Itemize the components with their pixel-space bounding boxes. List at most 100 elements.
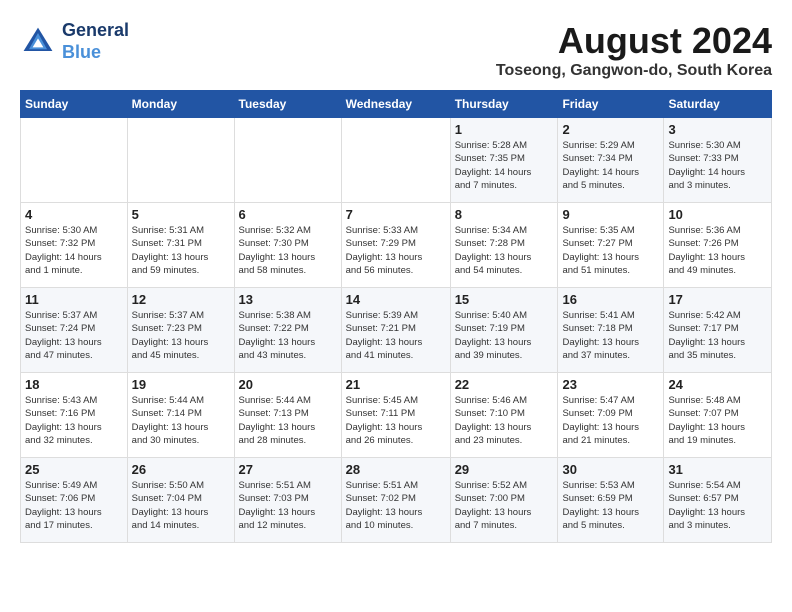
day-number: 4 xyxy=(25,207,123,222)
week-row-4: 18Sunrise: 5:43 AMSunset: 7:16 PMDayligh… xyxy=(21,373,772,458)
day-cell: 26Sunrise: 5:50 AMSunset: 7:04 PMDayligh… xyxy=(127,458,234,543)
day-cell: 9Sunrise: 5:35 AMSunset: 7:27 PMDaylight… xyxy=(558,203,664,288)
day-cell: 18Sunrise: 5:43 AMSunset: 7:16 PMDayligh… xyxy=(21,373,128,458)
day-info: Sunrise: 5:49 AMSunset: 7:06 PMDaylight:… xyxy=(25,479,123,532)
day-info: Sunrise: 5:44 AMSunset: 7:13 PMDaylight:… xyxy=(239,394,337,447)
day-cell: 7 Sunrise: 5:33 AMSunset: 7:29 PMDaylight… xyxy=(341,203,450,288)
day-cell: 13 Sunrise: 5:38 AMSunset: 7:22 PMDayligh… xyxy=(234,288,341,373)
day-number: 19 xyxy=(132,377,230,392)
day-info: Sunrise: 5:53 AMSunset: 6:59 PMDaylight:… xyxy=(562,479,659,532)
day-number: 26 xyxy=(132,462,230,477)
day-info: Sunrise: 5:37 AMSunset: 7:23 PMDaylight:… xyxy=(132,309,230,362)
day-number: 15 xyxy=(455,292,554,307)
day-cell: 12Sunrise: 5:37 AMSunset: 7:23 PMDayligh… xyxy=(127,288,234,373)
header-cell-sunday: Sunday xyxy=(21,91,128,118)
day-number: 28 xyxy=(346,462,446,477)
day-cell: 10Sunrise: 5:36 AMSunset: 7:26 PMDayligh… xyxy=(664,203,772,288)
week-row-2: 4 Sunrise: 5:30 AMSunset: 7:32 PMDaylight… xyxy=(21,203,772,288)
day-cell: 31Sunrise: 5:54 AMSunset: 6:57 PMDayligh… xyxy=(664,458,772,543)
day-info: Sunrise: 5:41 AMSunset: 7:18 PMDaylight:… xyxy=(562,309,659,362)
day-info: Sunrise: 5:51 AMSunset: 7:02 PMDaylight:… xyxy=(346,479,446,532)
header-cell-wednesday: Wednesday xyxy=(341,91,450,118)
day-cell: 11 Sunrise: 5:37 AMSunset: 7:24 PMDayligh… xyxy=(21,288,128,373)
day-number: 14 xyxy=(346,292,446,307)
day-number: 22 xyxy=(455,377,554,392)
logo: General Blue xyxy=(20,20,129,63)
day-info: Sunrise: 5:40 AMSunset: 7:19 PMDaylight:… xyxy=(455,309,554,362)
day-cell xyxy=(341,118,450,203)
day-info: Sunrise: 5:31 AMSunset: 7:31 PMDaylight:… xyxy=(132,224,230,277)
day-number: 18 xyxy=(25,377,123,392)
day-info: Sunrise: 5:44 AMSunset: 7:14 PMDaylight:… xyxy=(132,394,230,447)
day-number: 8 xyxy=(455,207,554,222)
week-row-3: 11 Sunrise: 5:37 AMSunset: 7:24 PMDayligh… xyxy=(21,288,772,373)
day-info: Sunrise: 5:37 AMSunset: 7:24 PMDaylight:… xyxy=(25,309,123,362)
day-cell: 14 Sunrise: 5:39 AMSunset: 7:21 PMDayligh… xyxy=(341,288,450,373)
day-number: 2 xyxy=(562,122,659,137)
header-cell-friday: Friday xyxy=(558,91,664,118)
day-number: 11 xyxy=(25,292,123,307)
day-cell: 2 Sunrise: 5:29 AMSunset: 7:34 PMDaylight… xyxy=(558,118,664,203)
day-number: 13 xyxy=(239,292,337,307)
day-info: Sunrise: 5:46 AMSunset: 7:10 PMDaylight:… xyxy=(455,394,554,447)
day-cell xyxy=(21,118,128,203)
day-info: Sunrise: 5:38 AMSunset: 7:22 PMDaylight:… xyxy=(239,309,337,362)
day-cell: 5 Sunrise: 5:31 AMSunset: 7:31 PMDaylight… xyxy=(127,203,234,288)
day-number: 30 xyxy=(562,462,659,477)
day-info: Sunrise: 5:33 AMSunset: 7:29 PMDaylight:… xyxy=(346,224,446,277)
day-cell xyxy=(127,118,234,203)
day-info: Sunrise: 5:30 AMSunset: 7:33 PMDaylight:… xyxy=(668,139,767,192)
header-cell-thursday: Thursday xyxy=(450,91,558,118)
day-cell: 30 Sunrise: 5:53 AMSunset: 6:59 PMDayligh… xyxy=(558,458,664,543)
day-cell: 16 Sunrise: 5:41 AMSunset: 7:18 PMDayligh… xyxy=(558,288,664,373)
day-cell: 24 Sunrise: 5:48 AMSunset: 7:07 PMDayligh… xyxy=(664,373,772,458)
day-number: 21 xyxy=(346,377,446,392)
day-info: Sunrise: 5:52 AMSunset: 7:00 PMDaylight:… xyxy=(455,479,554,532)
day-cell: 25 Sunrise: 5:49 AMSunset: 7:06 PMDayligh… xyxy=(21,458,128,543)
logo-icon xyxy=(20,24,56,60)
logo-text: General Blue xyxy=(62,20,129,63)
day-cell: 1 Sunrise: 5:28 AMSunset: 7:35 PMDaylight… xyxy=(450,118,558,203)
month-year: August 2024 xyxy=(496,20,772,62)
week-row-1: 1 Sunrise: 5:28 AMSunset: 7:35 PMDaylight… xyxy=(21,118,772,203)
day-number: 7 xyxy=(346,207,446,222)
day-cell: 28 Sunrise: 5:51 AMSunset: 7:02 PMDayligh… xyxy=(341,458,450,543)
page-header: General Blue August 2024 Toseong, Gangwo… xyxy=(20,20,772,80)
day-cell: 27Sunrise: 5:51 AMSunset: 7:03 PMDayligh… xyxy=(234,458,341,543)
day-cell: 21 Sunrise: 5:45 AMSunset: 7:11 PMDayligh… xyxy=(341,373,450,458)
day-number: 16 xyxy=(562,292,659,307)
day-cell: 22 Sunrise: 5:46 AMSunset: 7:10 PMDayligh… xyxy=(450,373,558,458)
day-number: 29 xyxy=(455,462,554,477)
day-number: 1 xyxy=(455,122,554,137)
day-number: 3 xyxy=(668,122,767,137)
day-info: Sunrise: 5:45 AMSunset: 7:11 PMDaylight:… xyxy=(346,394,446,447)
header-cell-saturday: Saturday xyxy=(664,91,772,118)
day-cell: 29 Sunrise: 5:52 AMSunset: 7:00 PMDayligh… xyxy=(450,458,558,543)
header-cell-tuesday: Tuesday xyxy=(234,91,341,118)
location: Toseong, Gangwon-do, South Korea xyxy=(496,62,772,80)
day-cell: 17Sunrise: 5:42 AMSunset: 7:17 PMDayligh… xyxy=(664,288,772,373)
day-info: Sunrise: 5:34 AMSunset: 7:28 PMDaylight:… xyxy=(455,224,554,277)
day-number: 6 xyxy=(239,207,337,222)
day-number: 17 xyxy=(668,292,767,307)
day-number: 27 xyxy=(239,462,337,477)
day-cell: 15 Sunrise: 5:40 AMSunset: 7:19 PMDayligh… xyxy=(450,288,558,373)
day-number: 25 xyxy=(25,462,123,477)
header-cell-monday: Monday xyxy=(127,91,234,118)
day-info: Sunrise: 5:39 AMSunset: 7:21 PMDaylight:… xyxy=(346,309,446,362)
day-number: 31 xyxy=(668,462,767,477)
header-row: SundayMondayTuesdayWednesdayThursdayFrid… xyxy=(21,91,772,118)
day-info: Sunrise: 5:36 AMSunset: 7:26 PMDaylight:… xyxy=(668,224,767,277)
day-info: Sunrise: 5:30 AMSunset: 7:32 PMDaylight:… xyxy=(25,224,123,277)
day-info: Sunrise: 5:28 AMSunset: 7:35 PMDaylight:… xyxy=(455,139,554,192)
day-info: Sunrise: 5:48 AMSunset: 7:07 PMDaylight:… xyxy=(668,394,767,447)
day-cell: 23 Sunrise: 5:47 AMSunset: 7:09 PMDayligh… xyxy=(558,373,664,458)
day-number: 5 xyxy=(132,207,230,222)
day-number: 23 xyxy=(562,377,659,392)
day-info: Sunrise: 5:29 AMSunset: 7:34 PMDaylight:… xyxy=(562,139,659,192)
day-info: Sunrise: 5:47 AMSunset: 7:09 PMDaylight:… xyxy=(562,394,659,447)
day-number: 24 xyxy=(668,377,767,392)
day-cell: 8 Sunrise: 5:34 AMSunset: 7:28 PMDaylight… xyxy=(450,203,558,288)
day-cell: 3 Sunrise: 5:30 AMSunset: 7:33 PMDaylight… xyxy=(664,118,772,203)
week-row-5: 25 Sunrise: 5:49 AMSunset: 7:06 PMDayligh… xyxy=(21,458,772,543)
